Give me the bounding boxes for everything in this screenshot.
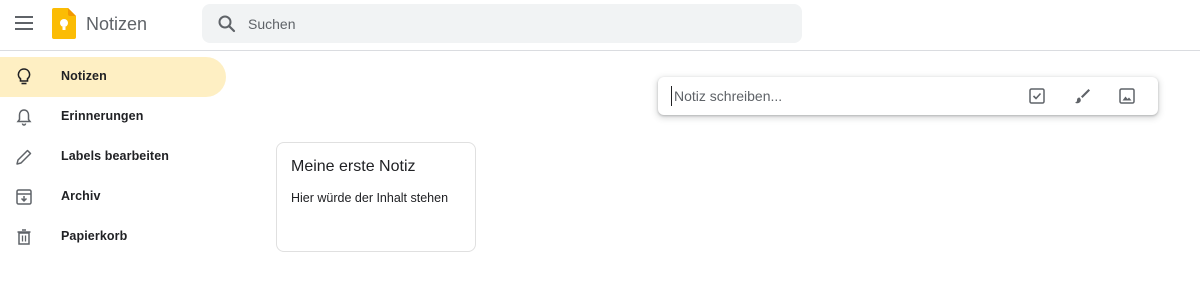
take-note-input[interactable]	[671, 86, 991, 106]
note-title: Meine erste Notiz	[291, 158, 416, 175]
take-note-bar[interactable]	[658, 77, 1158, 115]
trash-icon	[17, 229, 31, 245]
search-icon[interactable]	[217, 14, 237, 34]
sidebar-item-label: Labels bearbeiten	[61, 149, 169, 163]
sidebar-item-papierkorb[interactable]: Papierkorb	[0, 217, 226, 257]
sidebar-item-label: Archiv	[61, 189, 101, 203]
archive-icon	[16, 189, 32, 205]
sidebar-item-archiv[interactable]: Archiv	[0, 177, 226, 217]
search-bar[interactable]	[202, 4, 802, 43]
sidebar: Notizen Erinnerungen Labels bearbeiten A…	[0, 57, 230, 257]
main-menu-button[interactable]	[10, 9, 38, 37]
sidebar-item-labels-bearbeiten[interactable]: Labels bearbeiten	[0, 137, 226, 177]
bell-icon	[16, 109, 32, 126]
checkbox-icon[interactable]	[1027, 86, 1047, 106]
note-card[interactable]: Meine erste Notiz Hier würde der Inhalt …	[276, 142, 476, 252]
brush-icon[interactable]	[1072, 86, 1092, 106]
note-body: Hier würde der Inhalt stehen	[291, 191, 449, 205]
image-icon[interactable]	[1117, 86, 1137, 106]
search-input[interactable]	[248, 12, 768, 36]
hamburger-menu-icon	[15, 16, 33, 30]
lightbulb-icon	[17, 68, 31, 85]
sidebar-item-erinnerungen[interactable]: Erinnerungen	[0, 97, 226, 137]
pencil-icon	[16, 149, 32, 165]
sidebar-item-label: Notizen	[61, 69, 107, 83]
top-bar: Notizen	[0, 0, 1200, 51]
sidebar-item-label: Erinnerungen	[61, 109, 144, 123]
app-title[interactable]: Notizen	[86, 12, 147, 36]
sidebar-item-notizen[interactable]: Notizen	[0, 57, 226, 97]
sidebar-item-label: Papierkorb	[61, 229, 128, 243]
keep-logo-icon[interactable]	[52, 8, 76, 39]
